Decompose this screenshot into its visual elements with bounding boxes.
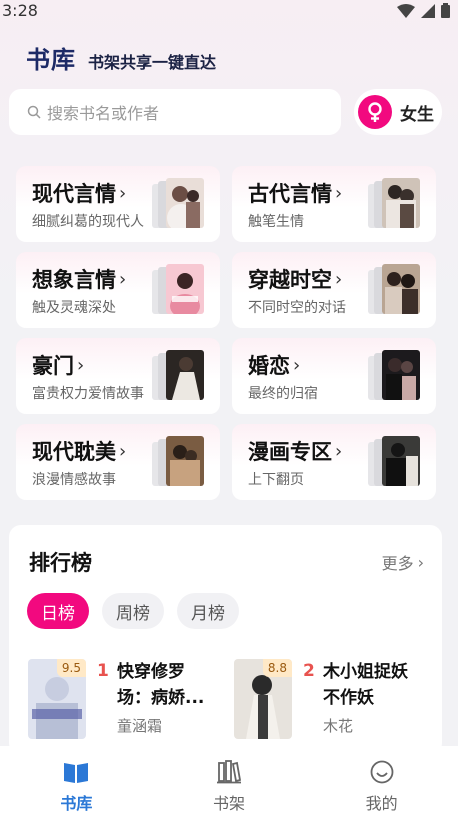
page-title: 书库 [26, 46, 76, 74]
category-title: 豪门 › [32, 354, 85, 378]
ranking-list-item[interactable]: 8.8 2 木小姐捉妖不作妖 木花 [234, 659, 434, 755]
book-open-icon [64, 763, 89, 783]
gender-switch-button[interactable]: 女生 [354, 89, 442, 135]
status-time: 3:28 [2, 1, 38, 20]
rank-number: 1 [97, 661, 109, 681]
female-icon [358, 95, 392, 129]
nav-tab-bookshelf[interactable]: 书架 [153, 746, 306, 820]
category-cover-stack [152, 436, 204, 486]
category-card-ancient-romance[interactable]: 古代言情 › 触笔生情 [232, 166, 436, 242]
category-title: 婚恋 › [248, 354, 301, 378]
category-subtitle: 最终的归宿 [248, 386, 318, 402]
tab-monthly[interactable]: 月榜 [177, 593, 239, 629]
category-subtitle: 不同时空的对话 [248, 300, 346, 316]
nav-tab-library[interactable]: 书库 [0, 746, 153, 820]
book-cover-image [382, 350, 420, 400]
chevron-right-icon: › [119, 440, 127, 462]
category-title: 想象言情 › [32, 268, 127, 292]
page-header: 书库 书架共享一键直达 [26, 40, 216, 75]
nav-label: 书架 [213, 794, 246, 813]
chevron-right-icon: › [119, 268, 127, 290]
category-title: 古代言情 › [248, 182, 343, 206]
book-author: 木花 [323, 717, 354, 735]
ranking-more-link[interactable]: 更多 › [382, 550, 424, 574]
score-badge: 8.8 [262, 659, 292, 677]
chevron-right-icon: › [335, 182, 343, 204]
chevron-right-icon: › [335, 440, 343, 462]
category-cover-stack [368, 178, 420, 228]
book-cover-image [166, 436, 204, 486]
score-badge: 9.5 [56, 659, 86, 677]
category-card-modern-romance[interactable]: 现代言情 › 细腻纠葛的现代人 [16, 166, 220, 242]
category-subtitle: 细腻纠葛的现代人 [32, 214, 144, 230]
category-card-marriage[interactable]: 婚恋 › 最终的归宿 [232, 338, 436, 414]
bookshelf-icon [217, 760, 242, 784]
book-title: 快穿修罗场：病娇... [117, 662, 205, 708]
book-cover-image [382, 178, 420, 228]
status-icons [397, 3, 450, 18]
nav-label: 书库 [60, 794, 93, 813]
book-cover-image [166, 350, 204, 400]
chevron-right-icon: › [119, 182, 127, 204]
ranking-title: 排行榜 [29, 551, 92, 575]
ranking-list-item[interactable]: 9.5 1 快穿修罗场：病娇... 童涵霜 [28, 659, 228, 755]
category-cover-stack [152, 264, 204, 314]
book-cover-image [166, 264, 204, 314]
category-title: 现代耽美 › [32, 440, 127, 464]
chevron-right-icon: › [77, 354, 85, 376]
category-subtitle: 触及灵魂深处 [32, 300, 116, 316]
category-cover-stack [152, 350, 204, 400]
rank-number: 2 [303, 661, 315, 681]
wifi-icon [397, 3, 415, 18]
category-card-wealthy-family[interactable]: 豪门 › 富贵权力爱情故事 [16, 338, 220, 414]
book-author: 童涵霜 [117, 717, 163, 735]
category-card-fantasy-romance[interactable]: 想象言情 › 触及灵魂深处 [16, 252, 220, 328]
category-cover-stack [368, 264, 420, 314]
book-cover-image [166, 178, 204, 228]
search-icon [27, 105, 41, 119]
book-cover-image [382, 264, 420, 314]
category-subtitle: 富贵权力爱情故事 [32, 386, 144, 402]
category-subtitle: 触笔生情 [248, 214, 304, 230]
nav-tab-profile[interactable]: 我的 [305, 746, 458, 820]
battery-icon [441, 3, 450, 18]
book-cover-image: 8.8 [234, 659, 292, 739]
header-slogan: 书架共享一键直达 [88, 53, 217, 72]
category-card-time-travel[interactable]: 穿越时空 › 不同时空的对话 [232, 252, 436, 328]
tab-daily[interactable]: 日榜 [27, 593, 89, 629]
search-placeholder: 搜索书名或作者 [47, 104, 160, 123]
book-title: 木小姐捉妖不作妖 [323, 662, 408, 708]
tab-weekly[interactable]: 周榜 [102, 593, 164, 629]
category-card-modern-bl[interactable]: 现代耽美 › 浪漫情感故事 [16, 424, 220, 500]
category-subtitle: 浪漫情感故事 [32, 472, 116, 488]
nav-label: 我的 [365, 794, 398, 813]
chevron-right-icon: › [335, 268, 343, 290]
chevron-right-icon: › [417, 552, 424, 572]
ranking-panel: 排行榜 更多 › 日榜 周榜 月榜 9.5 1 快穿修罗场：病娇... 童涵霜 … [9, 525, 442, 755]
category-cover-stack [368, 436, 420, 486]
category-cover-stack [368, 350, 420, 400]
smiley-icon [370, 760, 394, 784]
chevron-right-icon: › [293, 354, 301, 376]
signal-icon [421, 3, 435, 18]
category-card-comics[interactable]: 漫画专区 › 上下翻页 [232, 424, 436, 500]
book-cover-image [382, 436, 420, 486]
category-title: 现代言情 › [32, 182, 127, 206]
category-subtitle: 上下翻页 [248, 472, 304, 488]
category-cover-stack [152, 178, 204, 228]
search-input[interactable]: 搜索书名或作者 [9, 89, 341, 135]
book-cover-image: 9.5 [28, 659, 86, 739]
category-title: 穿越时空 › [248, 268, 343, 292]
bottom-navigation: 书库 书架 我的 [0, 746, 458, 820]
category-title: 漫画专区 › [248, 440, 343, 464]
gender-label: 女生 [400, 104, 434, 125]
status-bar: 3:28 [0, 0, 458, 24]
more-label: 更多 [381, 554, 414, 573]
